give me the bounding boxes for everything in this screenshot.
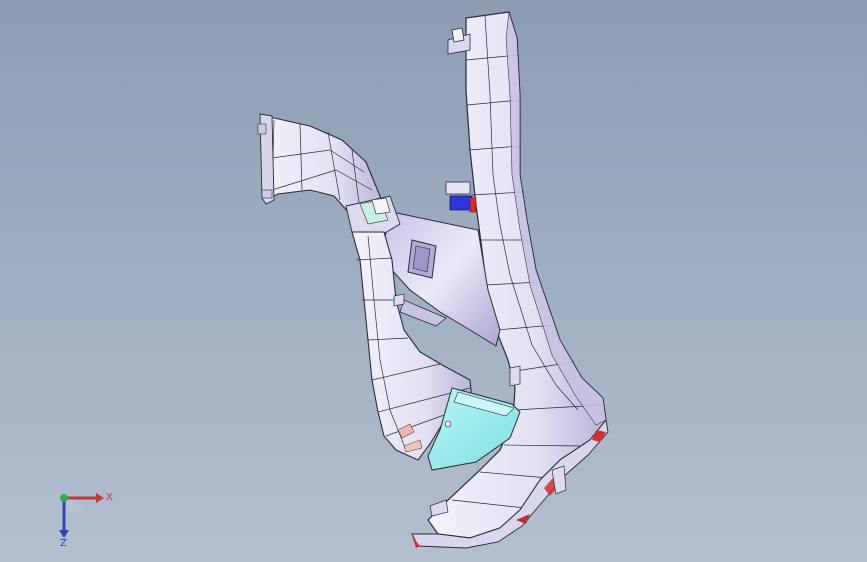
3d-viewport[interactable]: X Z <box>0 0 867 562</box>
air-duct-assembly-model[interactable] <box>0 0 867 562</box>
orientation-triad[interactable]: X Z <box>40 478 120 554</box>
x-axis-arrowhead <box>96 493 104 503</box>
electrical-connector[interactable] <box>445 181 477 213</box>
z-axis-arrowhead <box>59 530 69 538</box>
z-axis-label: Z <box>60 538 67 549</box>
x-axis-label: X <box>106 492 113 503</box>
y-axis-dot <box>60 494 68 502</box>
